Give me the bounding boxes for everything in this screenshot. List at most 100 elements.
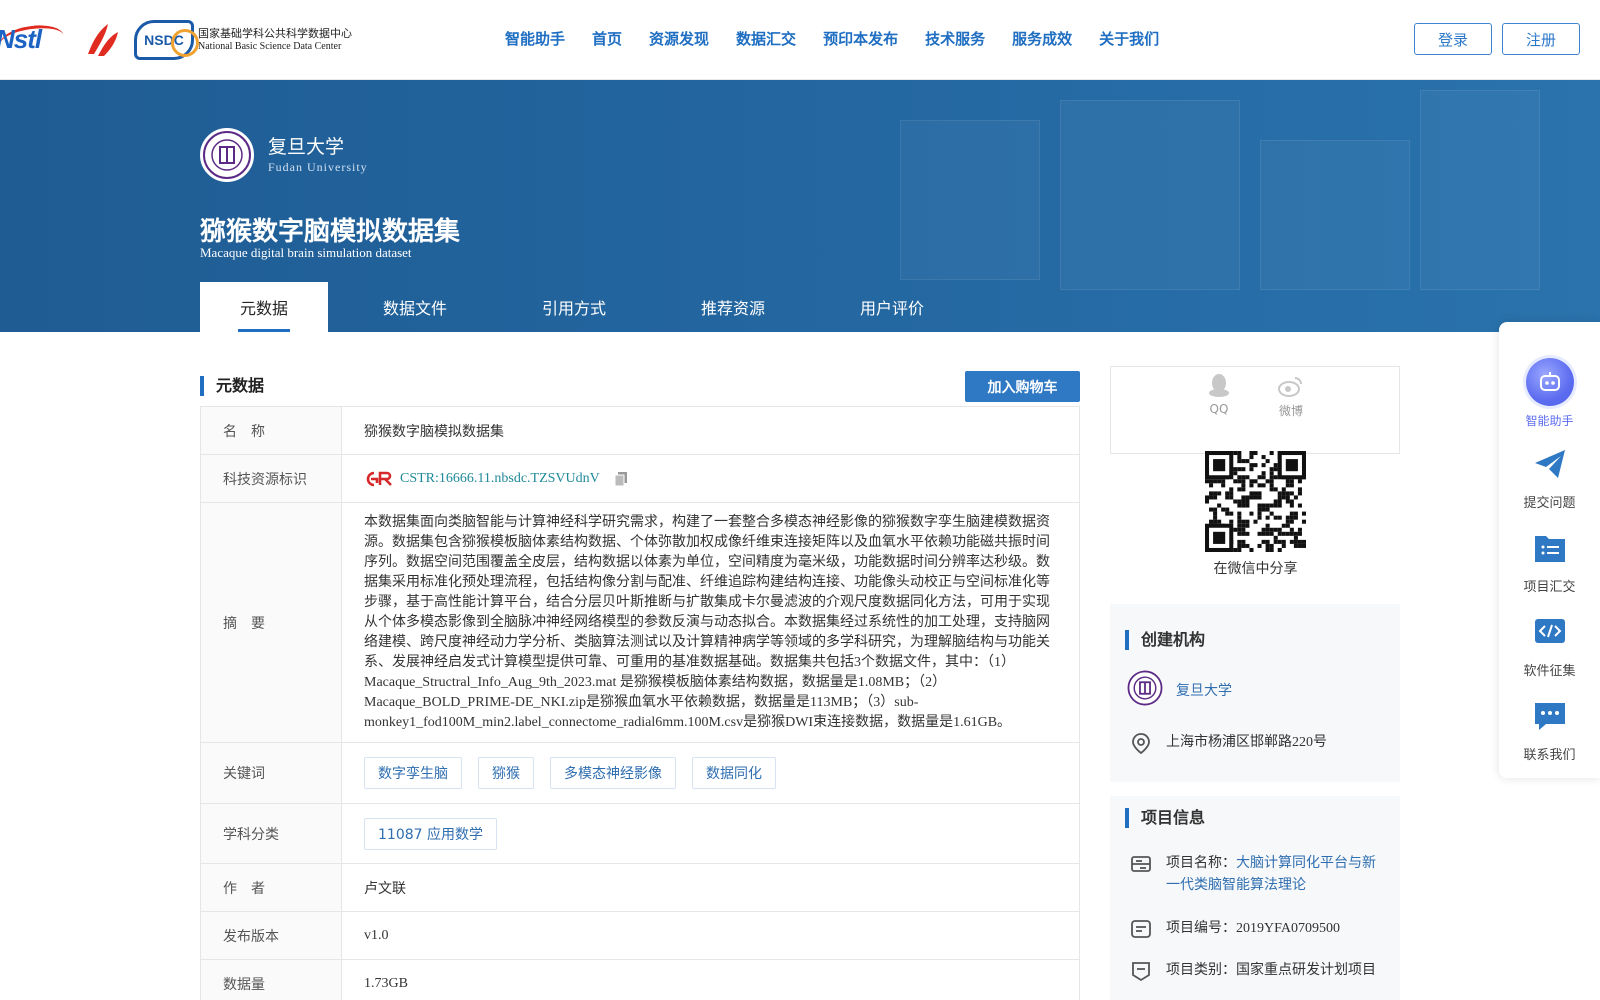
location-pin-icon <box>1132 733 1150 754</box>
weibo-label: 微博 <box>1278 404 1303 418</box>
tab-data-files[interactable]: 数据文件 <box>328 282 502 332</box>
nav-item-home[interactable]: 首页 <box>592 28 622 49</box>
value-size: 1.73GB <box>364 975 408 991</box>
table-row: 摘 要 本数据集面向类脑智能与计算神经科学研究需求，构建了一套整合多模态神经影像… <box>201 503 1079 743</box>
nav-item-discovery[interactable]: 资源发现 <box>649 28 709 49</box>
qq-icon <box>1209 374 1229 397</box>
label-author: 作 者 <box>201 864 342 911</box>
keyword-tag[interactable]: 多模态神经影像 <box>550 757 676 789</box>
nsdc-logo[interactable]: NSDC 国家基础学科公共科学数据中心 National Basic Scien… <box>134 20 352 60</box>
login-button[interactable]: 登录 <box>1414 23 1492 55</box>
robot-icon <box>1525 358 1574 406</box>
table-row: 作 者 卢文联 <box>201 864 1079 912</box>
label-subject: 学科分类 <box>201 804 342 863</box>
wechat-share-caption: 在微信中分享 <box>1213 561 1298 577</box>
dataset-tabs: 元数据 数据文件 引用方式 推荐资源 用户评价 <box>200 282 964 332</box>
project-name-label: 项目名称： <box>1166 856 1236 871</box>
creator-card: 创建机构 复旦大学 上海市杨浦区邯郸路220号 <box>1110 604 1400 782</box>
label-name: 名 称 <box>201 407 342 454</box>
dataset-title-en: Macaque digital brain simulation dataset <box>200 245 412 260</box>
project-number-icon <box>1131 920 1151 938</box>
keyword-tag[interactable]: 数字孪生脑 <box>364 757 462 789</box>
nstl-logo[interactable]: Nstl <box>0 21 68 59</box>
nav-item-submission[interactable]: 数据汇交 <box>736 28 796 49</box>
org-name-cn: 复旦大学 <box>268 137 345 158</box>
cstr-logo-icon <box>366 471 392 486</box>
top-navbar: Nstl NSDC 国家基础学科公共科学数据中心 National Basic … <box>0 0 1600 80</box>
value-keywords: 数字孪生脑 猕猴 多模态神经影像 数据同化 <box>342 743 1079 803</box>
cstr-link[interactable]: CSTR:16666.11.nbsdc.TZSVUdnV <box>400 471 600 487</box>
nsdc-name-cn: 国家基础学科公共科学数据中心 <box>198 27 352 41</box>
nsdc-badge: NSDC <box>134 20 199 60</box>
keyword-tag[interactable]: 猕猴 <box>478 757 534 789</box>
project-title: 项目信息 <box>1125 808 1205 828</box>
float-submit-issue-button[interactable]: 提交问题 <box>1499 446 1600 511</box>
weibo-icon <box>1278 377 1302 397</box>
keyword-tag[interactable]: 数据同化 <box>692 757 776 789</box>
project-category: 项目类别：国家重点研发计划项目 <box>1166 963 1376 978</box>
project-name: 项目名称：大脑计算同化平台与新一代类脑智能算法理论 <box>1166 853 1382 897</box>
value-abstract: 本数据集面向类脑智能与计算神经科学研究需求，构建了一套整合多模态神经影像的猕猴数… <box>364 514 1050 730</box>
float-contact-button[interactable]: 联系我们 <box>1499 698 1600 763</box>
chat-bubble-icon <box>1534 703 1565 730</box>
tab-reviews[interactable]: 用户评价 <box>820 282 964 332</box>
nav-item-tech-service[interactable]: 技术服务 <box>925 28 985 49</box>
qq-label: QQ <box>1209 402 1229 416</box>
nav-item-assistant[interactable]: 智能助手 <box>505 28 565 49</box>
nav-item-about[interactable]: 关于我们 <box>1099 28 1159 49</box>
label-abstract: 摘 要 <box>201 503 342 742</box>
table-row: 学科分类 11087 应用数学 <box>201 804 1079 864</box>
subject-tag[interactable]: 11087 应用数学 <box>364 817 497 850</box>
float-project-submission-button[interactable]: 项目汇交 <box>1499 530 1600 595</box>
float-assistant-label: 智能助手 <box>1525 414 1574 428</box>
org-name-en: Fudan University <box>268 160 368 174</box>
wechat-qr-code <box>1205 451 1306 552</box>
table-row: 数据量 1.73GB <box>201 960 1079 1000</box>
banner-decoration <box>1260 140 1410 290</box>
table-row: 科技资源标识 CSTR:16666.11.nbsdc.TZSVUdnV <box>201 455 1079 503</box>
table-row: 关键词 数字孪生脑 猕猴 多模态神经影像 数据同化 <box>201 743 1079 804</box>
register-button[interactable]: 注册 <box>1502 23 1580 55</box>
share-qq-button[interactable]: QQ <box>1199 373 1239 416</box>
tab-metadata[interactable]: 元数据 <box>200 282 328 332</box>
banner-decoration <box>1060 100 1240 290</box>
float-submit-issue-label: 提交问题 <box>1523 496 1576 511</box>
logo-group: Nstl NSDC 国家基础学科公共科学数据中心 National Basic … <box>0 18 352 62</box>
nav-item-preprint[interactable]: 预印本发布 <box>823 28 898 49</box>
float-assistant-button[interactable]: 智能助手 <box>1499 358 1600 429</box>
tab-citation[interactable]: 引用方式 <box>502 282 646 332</box>
folder-list-icon <box>1534 536 1565 562</box>
add-to-cart-button[interactable]: 加入购物车 <box>965 371 1080 402</box>
creator-title: 创建机构 <box>1125 630 1205 650</box>
metadata-table: 名 称 猕猴数字脑模拟数据集 科技资源标识 CSTR:16666.11.nbsd… <box>200 406 1080 1000</box>
metadata-section-title: 元数据 <box>200 376 264 396</box>
project-name-icon <box>1131 856 1151 872</box>
fudan-logo <box>200 128 254 182</box>
banner-decoration <box>900 120 1040 280</box>
floating-toolbar: 智能助手 提交问题 项目汇交 软件征集 联系我们 <box>1499 322 1600 778</box>
copy-icon[interactable] <box>614 471 628 487</box>
label-size: 数据量 <box>201 960 342 1000</box>
label-version: 发布版本 <box>201 912 342 959</box>
table-row: 发布版本 v1.0 <box>201 912 1079 960</box>
red-ribbon-logo[interactable] <box>80 20 124 60</box>
share-weibo-button[interactable]: 微博 <box>1271 373 1311 419</box>
project-card: 项目信息 项目名称：大脑计算同化平台与新一代类脑智能算法理论 项目编号：2019… <box>1110 796 1400 1000</box>
nav-item-results[interactable]: 服务成效 <box>1012 28 1072 49</box>
main-nav: 智能助手 首页 资源发现 数据汇交 预印本发布 技术服务 服务成效 关于我们 <box>505 28 1186 49</box>
float-software-call-button[interactable]: 软件征集 <box>1499 614 1600 679</box>
project-category-icon <box>1132 962 1150 982</box>
banner-decoration <box>1420 90 1540 290</box>
tab-recommended[interactable]: 推荐资源 <box>646 282 820 332</box>
table-row: 名 称 猕猴数字脑模拟数据集 <box>201 407 1079 455</box>
creator-org-link[interactable]: 复旦大学 <box>1176 680 1232 700</box>
nsdc-name-en: National Basic Science Data Center <box>198 40 342 52</box>
value-name: 猕猴数字脑模拟数据集 <box>364 424 504 440</box>
label-cstr: 科技资源标识 <box>201 455 342 502</box>
label-keywords: 关键词 <box>201 743 342 803</box>
creator-address: 上海市杨浦区邯郸路220号 <box>1166 735 1327 750</box>
dataset-title: 猕猴数字脑模拟数据集 <box>200 217 461 247</box>
code-icon <box>1534 619 1565 643</box>
float-contact-label: 联系我们 <box>1523 748 1576 763</box>
value-version: v1.0 <box>364 927 389 943</box>
